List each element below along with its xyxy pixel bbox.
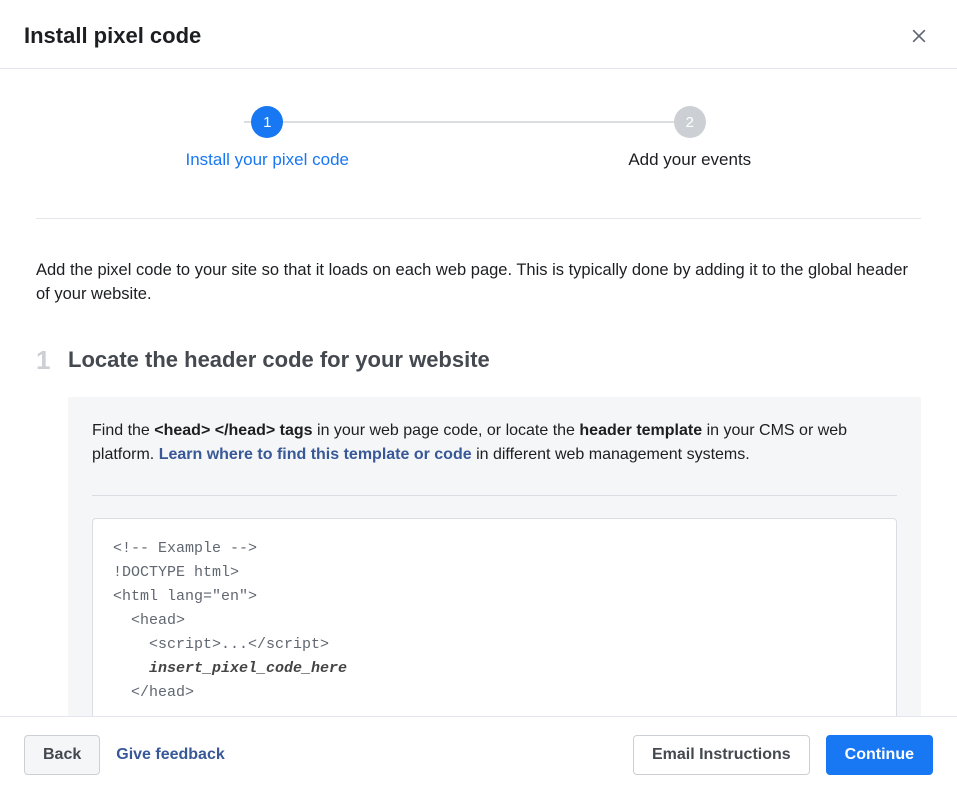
footer-left: Back Give feedback <box>24 735 225 775</box>
instruction-box: Find the <head> </head> tags in your web… <box>68 397 921 716</box>
code-line-3: <html lang="en"> <box>113 588 257 605</box>
desc-bold-1: <head> </head> tags <box>154 422 312 439</box>
code-line-1: <!-- Example --> <box>113 540 257 557</box>
footer-right: Email Instructions Continue <box>633 735 933 775</box>
desc-bold-2: header template <box>579 422 702 439</box>
back-button[interactable]: Back <box>24 735 100 775</box>
learn-more-link[interactable]: Learn where to find this template or cod… <box>159 446 472 463</box>
intro-text: Add the pixel code to your site so that … <box>36 259 921 307</box>
close-button[interactable] <box>905 22 933 50</box>
modal-title: Install pixel code <box>24 23 201 49</box>
give-feedback-link[interactable]: Give feedback <box>116 746 225 764</box>
instruction-title: Locate the header code for your website <box>68 347 921 373</box>
step-2[interactable]: 2 Add your events <box>479 106 902 170</box>
instruction-content: Locate the header code for your website … <box>68 347 921 716</box>
content: 1 Install your pixel code 2 Add your eve… <box>0 66 957 716</box>
modal-header: Install pixel code <box>0 0 957 69</box>
step-1[interactable]: 1 Install your pixel code <box>56 106 479 170</box>
desc-text-2: in your web page code, or locate the <box>313 422 580 439</box>
step-2-circle: 2 <box>674 106 706 138</box>
code-line-5b: ipt> <box>293 636 329 653</box>
desc-text-4: in different web management systems. <box>472 446 750 463</box>
code-line-5a: <script>...</scr <box>113 636 293 653</box>
instruction-number: 1 <box>36 347 56 716</box>
divider <box>92 495 897 496</box>
code-line-2: !DOCTYPE html> <box>113 564 239 581</box>
instruction-desc: Find the <head> </head> tags in your web… <box>92 419 897 467</box>
desc-text-1: Find the <box>92 422 154 439</box>
close-icon <box>909 26 929 46</box>
footer: Back Give feedback Email Instructions Co… <box>0 716 957 793</box>
instruction-block: 1 Locate the header code for your websit… <box>36 347 921 716</box>
step-2-label: Add your events <box>628 150 751 170</box>
code-line-7: </head> <box>113 684 194 701</box>
code-example: <!-- Example --> !DOCTYPE html> <html la… <box>92 518 897 716</box>
code-line-4: <head> <box>113 612 185 629</box>
step-1-circle: 1 <box>251 106 283 138</box>
stepper: 1 Install your pixel code 2 Add your eve… <box>36 106 921 219</box>
code-line-6: insert_pixel_code_here <box>113 660 347 677</box>
email-instructions-button[interactable]: Email Instructions <box>633 735 810 775</box>
scroll-region[interactable]: 1 Install your pixel code 2 Add your eve… <box>0 66 957 716</box>
continue-button[interactable]: Continue <box>826 735 933 775</box>
step-1-label: Install your pixel code <box>186 150 349 170</box>
